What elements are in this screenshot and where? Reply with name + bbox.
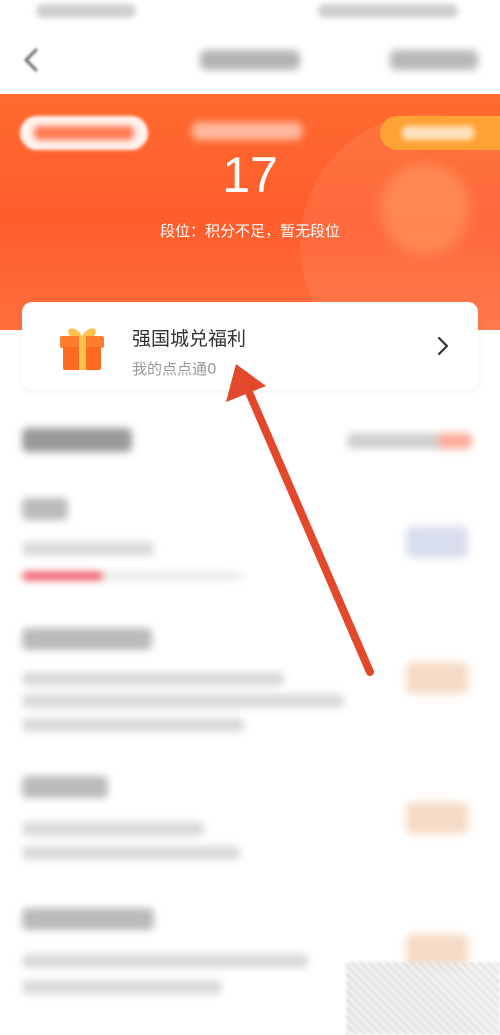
nav-bar xyxy=(0,28,500,94)
welfare-card-title: 强国城兑福利 xyxy=(132,328,247,350)
welfare-card-subtitle: 我的点点通0 xyxy=(132,360,217,378)
task-action-button[interactable] xyxy=(406,802,468,834)
score-tab-active[interactable] xyxy=(20,116,148,150)
status-left-blur xyxy=(36,4,136,18)
welfare-card[interactable]: 强国城兑福利 我的点点通0 xyxy=(22,302,478,390)
task-title-blurred xyxy=(22,776,108,798)
task-progress-fill xyxy=(22,572,104,580)
chevron-right-icon xyxy=(437,336,449,356)
nav-right-link-blurred[interactable] xyxy=(390,50,478,70)
task-desc-blurred xyxy=(22,822,204,836)
score-header: 17 段位：积分不足，暂无段位 xyxy=(0,94,500,330)
score-value: 17 xyxy=(222,147,278,203)
task-title-blurred xyxy=(22,908,154,930)
task-action-button[interactable] xyxy=(406,662,468,694)
rules-button[interactable] xyxy=(380,116,500,150)
task-title-blurred xyxy=(22,628,152,650)
rank-status-text: 段位：积分不足，暂无段位 xyxy=(159,222,340,240)
task-desc-blurred xyxy=(22,718,244,732)
section-link-blurred[interactable] xyxy=(347,433,472,449)
task-desc-blurred xyxy=(22,694,344,708)
section-title-blurred xyxy=(22,428,132,452)
task-desc-blurred xyxy=(22,954,308,968)
task-desc-blurred xyxy=(22,672,284,686)
status-right-blur xyxy=(318,4,458,18)
task-desc-blurred xyxy=(22,846,240,860)
task-progress-bar xyxy=(22,572,242,580)
status-bar xyxy=(0,0,500,28)
chevron-left-icon[interactable] xyxy=(14,42,50,78)
task-desc-blurred xyxy=(22,542,154,556)
watermark xyxy=(346,962,500,1035)
task-action-button[interactable] xyxy=(406,526,468,558)
gift-icon xyxy=(60,328,104,370)
page-title-blurred xyxy=(200,50,300,70)
task-desc-blurred xyxy=(22,980,222,994)
score-tab-secondary[interactable] xyxy=(192,122,302,140)
task-title-blurred xyxy=(22,498,68,520)
